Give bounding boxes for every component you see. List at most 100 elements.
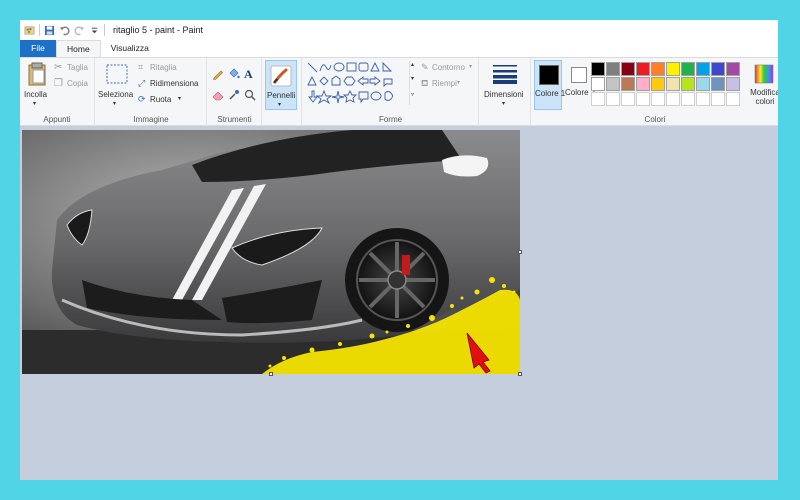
palette-swatch[interactable] [666, 92, 680, 106]
palette-swatch[interactable] [636, 77, 650, 91]
palette-swatch[interactable] [681, 77, 695, 91]
palette-swatch[interactable] [666, 77, 680, 91]
tab-home[interactable]: Home [56, 40, 101, 57]
paint-app-icon [24, 26, 35, 34]
fill-label: Riempi [432, 79, 457, 88]
rotate-button[interactable]: ⟳ Ruota ▾ [138, 94, 204, 106]
palette-swatch[interactable] [591, 92, 605, 106]
edit-colors-label: Modifica colori [750, 88, 778, 106]
cut-button[interactable]: ✂ Taglia [54, 62, 94, 74]
palette-swatch[interactable] [726, 92, 740, 106]
palette-swatch[interactable] [591, 77, 605, 91]
brushes-button[interactable]: Pennelli ▾ [265, 60, 297, 110]
edit-colors-button[interactable]: Modifica colori [748, 60, 778, 110]
color-picker-icon[interactable] [228, 89, 240, 101]
brushes-label: Pennelli [267, 91, 296, 100]
palette-swatch[interactable] [621, 62, 635, 76]
paste-dropdown-icon[interactable]: ▾ [33, 100, 36, 107]
canvas-area[interactable] [20, 126, 778, 480]
select-button[interactable]: Seleziona ▾ [98, 60, 134, 112]
palette-swatch[interactable] [591, 62, 605, 76]
group-label-colori: Colori [644, 115, 666, 124]
expand-gallery-icon[interactable]: ▿ [411, 91, 414, 98]
pencil-icon[interactable] [212, 68, 224, 80]
cut-label: Taglia [67, 63, 88, 72]
group-label-forme: Forme [378, 115, 403, 124]
palette-swatch[interactable] [726, 77, 740, 91]
scroll-up-icon[interactable]: ▴ [411, 61, 414, 68]
palette-swatch[interactable] [651, 62, 665, 76]
group-appunti: Incolla ▾ ✂ Taglia ❐ Copia Appunti [20, 58, 95, 126]
shapes-scroll[interactable]: ▴ ▾ ▿ [409, 61, 417, 105]
resize-button[interactable]: ⤢ Ridimensiona [138, 78, 206, 90]
palette-swatch[interactable] [636, 92, 650, 106]
palette-swatch[interactable] [711, 62, 725, 76]
size-label: Dimensioni [484, 90, 524, 99]
palette-swatch[interactable] [651, 77, 665, 91]
copy-button[interactable]: ❐ Copia [54, 78, 94, 90]
select-dropdown-icon[interactable]: ▾ [113, 100, 116, 107]
image-canvas[interactable] [22, 130, 520, 374]
outline-button[interactable]: ✎ Contorno ▾ [421, 62, 477, 74]
group-pennelli: Pennelli ▾ [263, 58, 302, 126]
resize-handle-right[interactable] [518, 250, 522, 254]
palette-swatch[interactable] [696, 62, 710, 76]
color-wheel-icon [754, 64, 774, 84]
window-title: ritaglio 5 - paint - Paint [113, 25, 204, 35]
eraser-icon[interactable] [212, 89, 224, 101]
palette-swatch[interactable] [711, 92, 725, 106]
copy-label: Copia [67, 79, 88, 88]
fill-button[interactable]: ⛾ Riempi ▾ [421, 78, 477, 90]
tab-file[interactable]: File [20, 40, 56, 57]
car-photo [22, 130, 520, 374]
palette-swatch[interactable] [696, 77, 710, 91]
palette-swatch[interactable] [711, 77, 725, 91]
save-icon[interactable] [44, 25, 55, 36]
clipboard-icon [28, 62, 46, 86]
quick-access-toolbar [20, 24, 105, 36]
palette-swatch[interactable] [636, 62, 650, 76]
palette-swatch[interactable] [606, 92, 620, 106]
resize-label: Ridimensiona [150, 79, 199, 88]
fill-bucket-icon[interactable] [228, 68, 240, 80]
brushes-dropdown-icon[interactable]: ▾ [278, 101, 281, 108]
resize-handle-corner[interactable] [518, 372, 522, 376]
color2-swatch [571, 67, 587, 83]
palette-swatch[interactable] [621, 92, 635, 106]
scissors-icon: ✂ [54, 62, 63, 73]
palette-swatch[interactable] [681, 62, 695, 76]
paste-button[interactable]: Incolla ▾ [22, 60, 52, 110]
size-button[interactable]: Dimensioni ▾ [482, 60, 528, 110]
palette-swatch[interactable] [696, 92, 710, 106]
color2-button[interactable]: Colore 2 [565, 60, 595, 110]
size-dropdown-icon[interactable]: ▾ [502, 100, 505, 107]
scroll-down-icon[interactable]: ▾ [411, 75, 414, 82]
redo-icon[interactable] [74, 25, 85, 36]
palette-swatch[interactable] [621, 77, 635, 91]
title-bar: ritaglio 5 - paint - Paint [20, 20, 778, 40]
customize-toolbar-icon[interactable] [89, 25, 100, 36]
outline-label: Contorno [432, 63, 465, 72]
color1-button[interactable]: Colore 1 [534, 60, 565, 110]
group-dimensioni: Dimensioni ▾ [480, 58, 531, 126]
group-strumenti: A Strumenti [208, 58, 262, 126]
palette-swatch[interactable] [606, 62, 620, 76]
crop-button[interactable]: ⌗ Ritaglia [138, 62, 204, 74]
line-size-icon [493, 65, 517, 84]
tab-visualizza[interactable]: Visualizza [101, 40, 159, 57]
rotate-dropdown-icon[interactable]: ▾ [178, 95, 181, 102]
resize-handle-bottom[interactable] [269, 372, 273, 376]
selection-rectangle-icon [106, 64, 128, 84]
palette-swatch[interactable] [651, 92, 665, 106]
palette-swatch[interactable] [606, 77, 620, 91]
palette-swatch[interactable] [681, 92, 695, 106]
palette-swatch[interactable] [726, 62, 740, 76]
group-colori: Colore 1 Colore 2 Modifica colori Colori [532, 58, 778, 126]
text-tool-icon[interactable]: A [244, 67, 253, 82]
outline-icon: ✎ [421, 62, 429, 72]
magnifier-icon[interactable] [244, 89, 256, 101]
palette-swatch[interactable] [666, 62, 680, 76]
undo-icon[interactable] [59, 25, 70, 36]
crop-icon: ⌗ [138, 62, 144, 72]
shapes-gallery[interactable] [306, 61, 406, 105]
